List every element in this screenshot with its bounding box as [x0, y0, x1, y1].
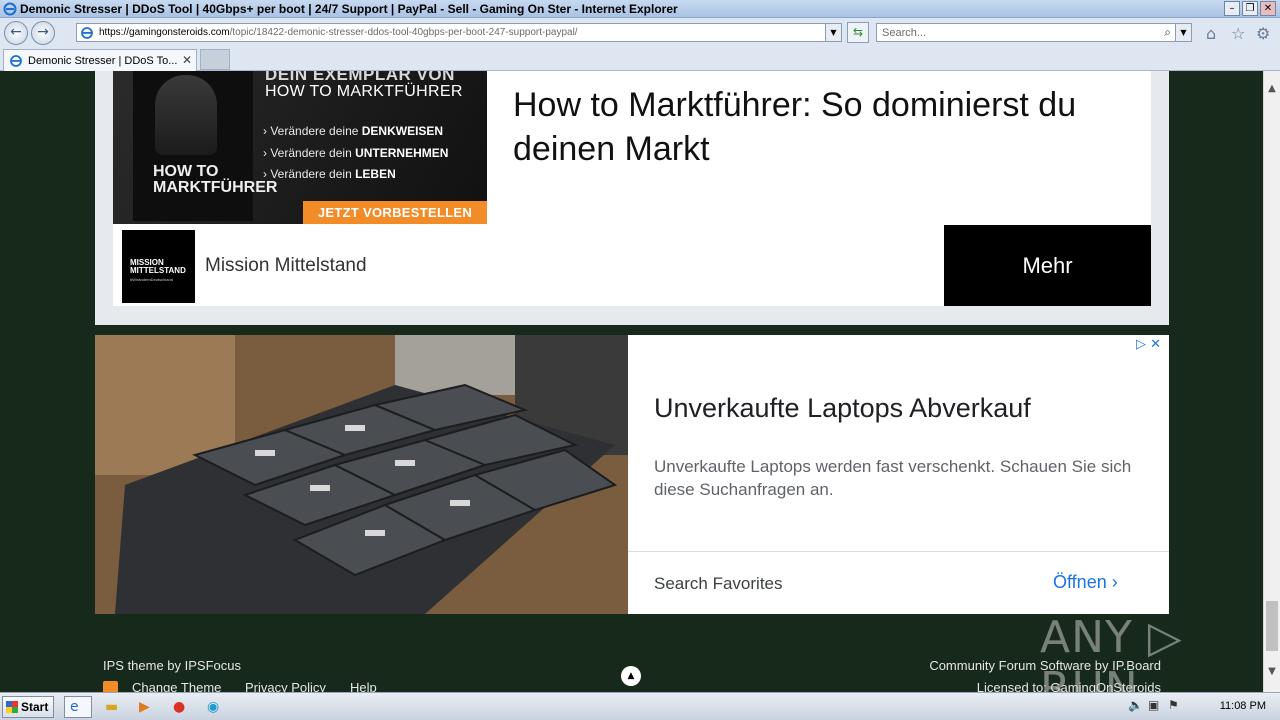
ad-divider [628, 551, 1169, 552]
theme-credit[interactable]: IPS theme by IPSFocus [103, 658, 241, 673]
change-theme-link[interactable]: Change Theme [132, 680, 221, 692]
address-dropdown-icon[interactable]: ▼ [825, 24, 841, 41]
internet-explorer-icon [3, 2, 17, 16]
ad-banner-laptops[interactable]: ▷ ✕ Unverkaufte Laptops Abverkauf Unverk… [95, 335, 1169, 614]
new-tab-button[interactable] [200, 49, 230, 70]
more-button[interactable]: Mehr [944, 225, 1151, 306]
logo-text: MISSION MITTELSTAND [130, 258, 186, 275]
preorder-button[interactable]: JETZT VORBESTELLEN [303, 201, 487, 224]
navigation-bar: ← → https://gamingonsteroids.com/topic/1… [0, 18, 1280, 48]
favorites-icon[interactable]: ☆ [1231, 24, 1245, 43]
ad-banner-marktfuehrer[interactable]: HOW TO MARKTFÜHRER DEIN EXEMPLAR VON HOW… [95, 71, 1169, 325]
ad-book-image[interactable]: HOW TO MARKTFÜHRER DEIN EXEMPLAR VON HOW… [113, 71, 487, 224]
search-favorites-label[interactable]: Search Favorites [654, 574, 783, 594]
page-icon [81, 27, 93, 39]
page-content: HOW TO MARKTFÜHRER DEIN EXEMPLAR VON HOW… [0, 71, 1263, 692]
tab-bar: Demonic Stresser | DDoS To... ✕ [0, 48, 1280, 71]
search-placeholder: Search... [882, 27, 927, 39]
clock[interactable]: 11:08 PM [1220, 700, 1266, 712]
back-to-top-icon[interactable]: ▲ [621, 666, 641, 686]
ad-description[interactable]: Unverkaufte Laptops werden fast verschen… [654, 455, 1144, 501]
logo-tagline: #WirändernDeutschland [130, 277, 173, 282]
privacy-policy-link[interactable]: Privacy Policy [245, 680, 326, 692]
ad-headline[interactable]: How to Marktführer: So dominierst du dei… [513, 83, 1133, 171]
windows-logo-icon [6, 701, 18, 713]
search-icon[interactable]: ⌕ [1164, 25, 1171, 40]
action-center-flag-icon[interactable]: ⚑ [1168, 698, 1179, 712]
close-button[interactable]: ✕ [1260, 1, 1276, 16]
book-bullet: › Verändere deine DENKWEISEN [263, 124, 444, 138]
address-url[interactable]: https://gamingonsteroids.com/topic/18422… [99, 27, 578, 38]
search-dropdown-icon[interactable]: ▼ [1175, 24, 1191, 41]
mission-mittelstand-logo[interactable]: MISSION MITTELSTAND #WirändernDeutschlan… [122, 230, 195, 303]
network-icon[interactable]: ▣ [1148, 698, 1159, 712]
taskbar-explorer-icon[interactable]: ▬ [99, 696, 127, 718]
rss-icon[interactable] [103, 681, 118, 692]
help-link[interactable]: Help [350, 680, 377, 692]
system-tray: 🔈 ▣ ⚑ 11:08 PM [1120, 693, 1280, 720]
tab-current[interactable]: Demonic Stresser | DDoS To... ✕ [3, 49, 197, 71]
refresh-icon[interactable]: ⇆ [847, 22, 869, 43]
cover-title: HOW TO MARKTFÜHRER [153, 163, 278, 196]
open-link[interactable]: Öffnen › [1053, 572, 1118, 593]
book-bullet: › Verändere dein LEBEN [263, 167, 396, 181]
tools-icon[interactable]: ⚙ [1256, 24, 1270, 43]
taskbar: Start e ▬ ▶ ● ◉ 🔈 ▣ ⚑ 11:08 PM [0, 692, 1280, 720]
address-bar[interactable]: https://gamingonsteroids.com/topic/18422… [76, 23, 842, 42]
vertical-scrollbar[interactable]: ▲ ▼ [1263, 71, 1280, 692]
home-icon[interactable]: ⌂ [1206, 24, 1216, 43]
tab-label: Demonic Stresser | DDoS To... [28, 55, 178, 67]
tab-page-icon [10, 55, 22, 67]
ad-headline[interactable]: Unverkaufte Laptops Abverkauf [654, 393, 1031, 424]
start-label: Start [21, 700, 49, 714]
taskbar-ie-icon[interactable]: e [64, 696, 92, 718]
taskbar-chrome-icon[interactable]: ● [167, 696, 195, 718]
adchoices-icon[interactable]: ▷ ✕ [1136, 337, 1161, 352]
window-title: Demonic Stresser | DDoS Tool | 40Gbps+ p… [20, 2, 678, 16]
volume-icon[interactable]: 🔈 [1128, 698, 1143, 712]
laptops-photo[interactable] [95, 335, 628, 614]
minimize-button[interactable]: – [1224, 1, 1240, 16]
taskbar-edge-icon[interactable]: ◉ [201, 696, 229, 718]
search-input[interactable]: Search... ⌕ ▼ [876, 23, 1192, 42]
scroll-up-icon[interactable]: ▲ [1264, 80, 1280, 97]
taskbar-media-player-icon[interactable]: ▶ [133, 696, 161, 718]
start-button[interactable]: Start [2, 696, 54, 718]
ad-brand-row: MISSION MITTELSTAND #WirändernDeutschlan… [113, 225, 1151, 306]
restore-button[interactable]: ❐ [1242, 1, 1258, 16]
tab-close-icon[interactable]: ✕ [182, 53, 192, 67]
book-howto-text: HOW TO MARKTFÜHRER [265, 83, 463, 100]
author-photo [155, 75, 217, 155]
forward-button[interactable]: → [31, 21, 55, 45]
window-titlebar: Demonic Stresser | DDoS Tool | 40Gbps+ p… [0, 0, 1280, 18]
back-button[interactable]: ← [4, 21, 28, 45]
ad-brand-name[interactable]: Mission Mittelstand [205, 255, 367, 277]
book-bullet: › Verändere dein UNTERNEHMEN [263, 146, 449, 160]
laptops-stack-image [95, 335, 628, 614]
